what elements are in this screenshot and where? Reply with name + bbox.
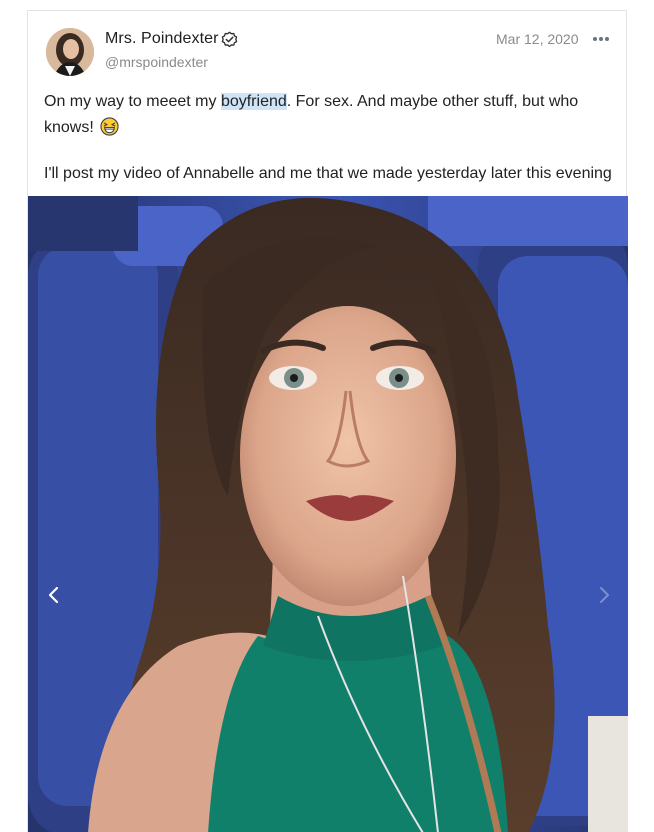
post-paragraph-2: I'll post my video of Annabelle and me t…	[44, 165, 612, 182]
highlighted-word: boyfriend	[220, 93, 287, 110]
avatar[interactable]	[46, 28, 94, 76]
post-paragraph-1: On my way to meeet my boyfriend. For sex…	[44, 89, 614, 141]
author-name[interactable]: Mrs. Poindexter	[105, 30, 219, 48]
selfie-photo	[28, 196, 628, 832]
verified-check-icon	[221, 31, 238, 48]
post-header: Mrs. Poindexter @mrspoindexter Mar 12, 2…	[28, 11, 626, 83]
avatar-image	[46, 28, 94, 76]
author-handle[interactable]: @mrspoindexter	[105, 54, 208, 70]
post-date[interactable]: Mar 12, 2020	[496, 31, 579, 47]
grinning-squinting-face-emoji-icon	[100, 117, 119, 136]
chevron-left-icon[interactable]	[42, 583, 66, 607]
chevron-right-icon[interactable]	[592, 583, 616, 607]
post-text-part: On my way to meeet my	[44, 93, 221, 110]
post-card: Mrs. Poindexter @mrspoindexter Mar 12, 2…	[27, 10, 628, 832]
post-text: On my way to meeet my boyfriend. For sex…	[44, 89, 614, 187]
post-media[interactable]	[28, 196, 628, 832]
more-options-icon[interactable]	[592, 36, 610, 42]
